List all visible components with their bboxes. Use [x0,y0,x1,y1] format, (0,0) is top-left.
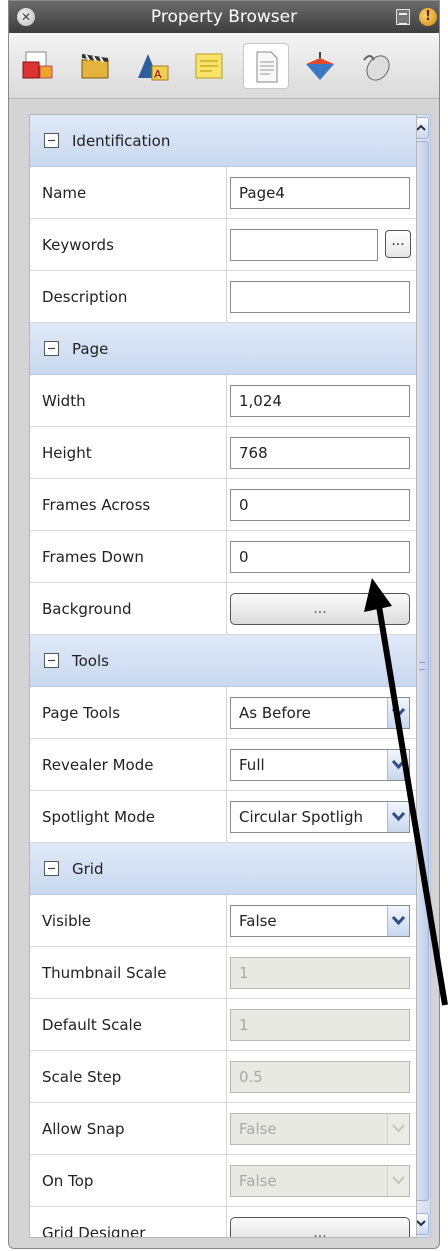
name-field[interactable]: Page4 [230,177,410,209]
chevron-down-icon[interactable] [387,698,409,728]
height-field[interactable]: 768 [230,437,410,469]
menu-icon[interactable] [396,9,410,25]
description-field[interactable] [230,281,410,313]
grid-designer-button[interactable]: ... [230,1217,410,1237]
property-row-spotlight-mode: Spotlight Mode Circular Spotligh [30,791,416,843]
property-grid: Identification Name Page4 Keywords ... D… [29,114,417,1238]
keywords-browse-button[interactable]: ... [385,230,411,258]
property-label: Scale Step [42,1068,122,1086]
width-field[interactable]: 1,024 [230,385,410,417]
svg-text:A: A [154,68,162,81]
collapse-icon[interactable] [44,341,59,356]
select-value: As Before [239,704,311,722]
frames-across-field[interactable]: 0 [230,489,410,521]
frames-down-field[interactable]: 0 [230,541,410,573]
allow-snap-select: False [230,1113,410,1145]
window-title: Property Browser [150,7,298,27]
property-row-width: Width 1,024 [30,375,416,427]
sticky-notes-icon[interactable] [187,43,233,89]
property-row-thumbnail-scale: Thumbnail Scale 1 [30,947,416,999]
property-label: Thumbnail Scale [42,964,167,982]
select-value: False [239,1120,277,1138]
select-value: False [239,1172,277,1190]
property-row-page-tools: Page Tools As Before [30,687,416,739]
revealer-mode-select[interactable]: Full [230,749,410,781]
property-label: Spotlight Mode [42,808,155,826]
group-title: Identification [72,132,171,150]
group-title: Page [72,340,109,358]
property-row-default-scale: Default Scale 1 [30,999,416,1051]
page-tools-select[interactable]: As Before [230,697,410,729]
property-label: Height [42,444,92,462]
title-bar: ✕ Property Browser ! [9,1,439,33]
group-title: Grid [72,860,104,878]
property-label: Width [42,392,86,410]
property-label: Frames Across [42,496,151,514]
mouse-icon[interactable] [353,43,399,89]
property-row-grid-designer: Grid Designer ... [30,1207,416,1238]
select-value: Full [239,756,265,774]
clapperboard-icon[interactable] [73,43,119,89]
close-icon[interactable]: ✕ [17,8,35,26]
text-effects-icon[interactable]: A [129,43,175,89]
property-row-name: Name Page4 [30,167,416,219]
property-row-description: Description [30,271,416,323]
visible-select[interactable]: False [230,905,410,937]
info-icon[interactable]: ! [419,8,437,26]
properties-icon[interactable] [15,43,61,89]
property-label: Background [42,600,132,618]
on-top-select: False [230,1165,410,1197]
group-identification[interactable]: Identification [30,115,416,167]
group-page[interactable]: Page [30,323,416,375]
scale-step-field: 0.5 [230,1061,410,1093]
property-label: Keywords [42,236,114,254]
spotlight-mode-select[interactable]: Circular Spotligh [230,801,410,833]
group-tools[interactable]: Tools [30,635,416,687]
toolbar: A [9,33,439,99]
select-value: Circular Spotligh [239,808,363,826]
property-row-height: Height 768 [30,427,416,479]
property-label: Visible [42,912,91,930]
property-row-frames-across: Frames Across 0 [30,479,416,531]
property-row-revealer-mode: Revealer Mode Full [30,739,416,791]
thumbnail-scale-field: 1 [230,957,410,989]
property-label: Description [42,288,128,306]
background-button[interactable]: ... [230,593,410,625]
property-label: Page Tools [42,704,121,722]
keywords-field[interactable] [230,229,378,261]
property-label: Name [42,184,87,202]
property-row-visible: Visible False [30,895,416,947]
property-row-frames-down: Frames Down 0 [30,531,416,583]
chevron-down-icon [387,1114,409,1144]
select-value: False [239,912,277,930]
spinning-top-icon[interactable] [297,43,343,89]
group-title: Tools [72,652,109,670]
collapse-icon[interactable] [44,133,59,148]
property-label: Allow Snap [42,1120,125,1138]
default-scale-field: 1 [230,1009,410,1041]
chevron-down-icon [387,1166,409,1196]
property-label: Frames Down [42,548,144,566]
property-label: Default Scale [42,1016,142,1034]
property-row-on-top: On Top False [30,1155,416,1207]
property-row-background: Background ... [30,583,416,635]
chevron-down-icon[interactable] [387,802,409,832]
property-row-allow-snap: Allow Snap False [30,1103,416,1155]
property-label: Revealer Mode [42,756,154,774]
property-browser-window: ✕ Property Browser ! A Identification Na… [8,0,440,1249]
property-label: On Top [42,1172,94,1190]
chevron-down-icon[interactable] [387,906,409,936]
property-row-keywords: Keywords ... [30,219,416,271]
collapse-icon[interactable] [44,861,59,876]
chevron-down-icon[interactable] [387,750,409,780]
collapse-icon[interactable] [44,653,59,668]
group-grid[interactable]: Grid [30,843,416,895]
property-label: Grid Designer [42,1224,146,1238]
page-document-icon[interactable] [243,43,289,89]
property-row-scale-step: Scale Step 0.5 [30,1051,416,1103]
